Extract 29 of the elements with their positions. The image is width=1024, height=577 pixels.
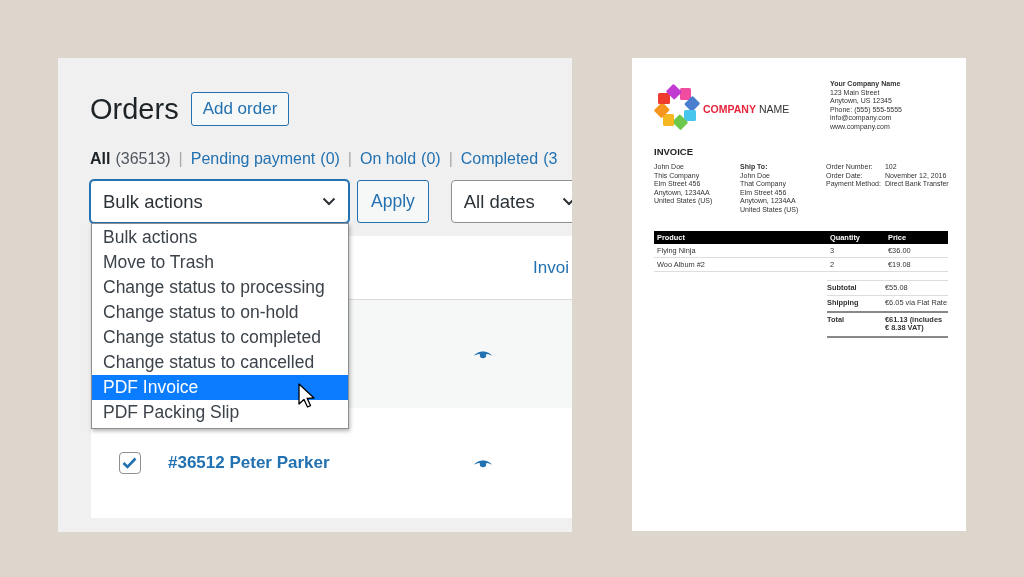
column-header[interactable]: Invoi: [508, 257, 572, 278]
bulk-actions-select[interactable]: Bulk actions: [90, 180, 349, 223]
menu-option[interactable]: Change status to processing: [92, 275, 348, 300]
order-link[interactable]: #36512 Peter Parker: [168, 453, 458, 473]
menu-option[interactable]: Move to Trash: [92, 250, 348, 275]
separator: |: [448, 150, 453, 168]
apply-button[interactable]: Apply: [357, 180, 429, 223]
filter-count: (36513): [115, 150, 171, 168]
filter-link[interactable]: On hold: [360, 150, 417, 168]
page-title: Orders: [90, 92, 179, 126]
separator: |: [178, 150, 183, 168]
date-select[interactable]: All dates: [450, 180, 572, 223]
menu-option[interactable]: Bulk actions: [92, 225, 348, 250]
filter-count: (3: [543, 150, 558, 168]
filter-count: (0): [421, 150, 441, 168]
logo-word: COMPANY: [703, 103, 756, 115]
filter-count: (0): [320, 150, 340, 168]
filter-link[interactable]: Completed: [460, 150, 539, 168]
add-order-button[interactable]: Add order: [190, 92, 290, 126]
menu-option[interactable]: Change status to completed: [92, 325, 348, 350]
separator: |: [347, 150, 352, 168]
menu-option[interactable]: Change status to cancelled: [92, 350, 348, 375]
logo-word: NAME: [758, 103, 790, 115]
menu-option[interactable]: PDF Packing Slip: [92, 400, 348, 425]
invoice-title: INVOICE: [654, 146, 695, 157]
filter-link[interactable]: All: [90, 150, 111, 168]
filter-link[interactable]: Pending payment: [190, 150, 316, 168]
menu-option[interactable]: Change status to on-hold: [92, 300, 348, 325]
menu-option[interactable]: PDF Invoice: [92, 375, 348, 400]
